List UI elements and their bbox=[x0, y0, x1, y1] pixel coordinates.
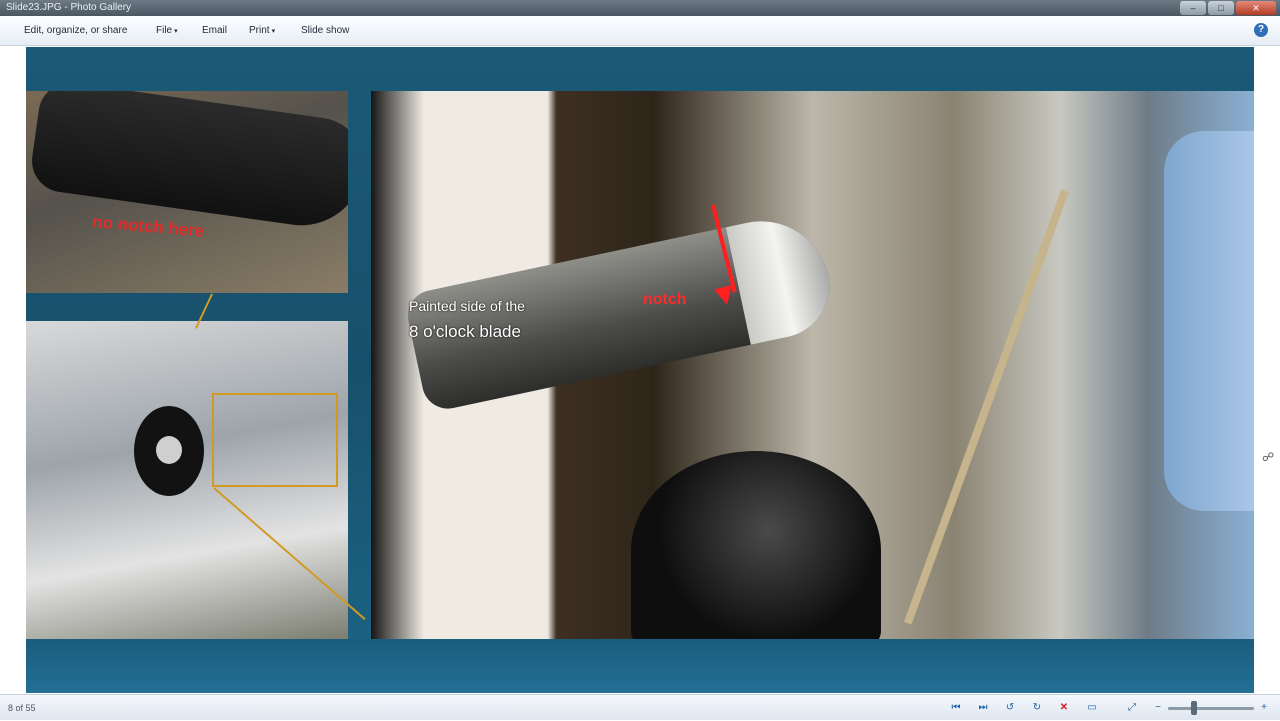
menu-item-print[interactable]: Print ▾ bbox=[249, 16, 275, 46]
chevron-down-icon: ▾ bbox=[174, 28, 178, 35]
zoom-highlight-box bbox=[212, 393, 338, 487]
propeller-blade-shape bbox=[27, 91, 348, 234]
resize-handle-icon[interactable]: ☍ bbox=[1262, 450, 1276, 464]
menu-item-label: Print bbox=[249, 25, 270, 36]
photo-wreckage bbox=[26, 321, 348, 639]
help-icon[interactable]: ? bbox=[1254, 23, 1268, 37]
menu-item-file[interactable]: File ▾ bbox=[156, 16, 178, 46]
fit-to-window-button[interactable]: ⤢ bbox=[1124, 700, 1140, 716]
minimize-button[interactable]: – bbox=[1180, 1, 1206, 15]
rotate-left-button[interactable]: ↺ bbox=[1002, 700, 1018, 716]
label-painted-line1: Painted side of the bbox=[409, 298, 525, 314]
slide-image: no notch here Painted side of the 8 o'cl… bbox=[26, 47, 1254, 693]
title-bar: Slide23.JPG - Photo Gallery – □ ✕ bbox=[0, 0, 1280, 16]
menu-item-label: File bbox=[156, 25, 173, 36]
spinner-dome-shape bbox=[631, 451, 881, 639]
slideshow-button[interactable]: ▭ bbox=[1084, 700, 1100, 716]
slide-footer-band bbox=[26, 639, 1254, 693]
wheel-shape bbox=[134, 406, 204, 496]
rotate-right-button[interactable]: ↻ bbox=[1029, 700, 1045, 716]
menu-item-label: Slide show bbox=[301, 25, 350, 36]
menu-item-label: Edit, organize, or share bbox=[24, 25, 128, 36]
label-no-notch: no notch here bbox=[91, 212, 206, 241]
zoom-in-button[interactable]: + bbox=[1256, 700, 1272, 716]
label-notch: notch bbox=[643, 291, 687, 308]
menu-item-label: Email bbox=[202, 25, 228, 36]
rope-shape bbox=[903, 189, 1069, 625]
close-button[interactable]: ✕ bbox=[1236, 1, 1276, 15]
delete-button[interactable]: ✕ bbox=[1056, 700, 1072, 716]
zoom-slider[interactable] bbox=[1168, 707, 1254, 710]
label-painted-side: Painted side of the 8 o'clock blade bbox=[409, 293, 525, 345]
zoom-out-button[interactable]: − bbox=[1150, 700, 1166, 716]
person-sleeve-shape bbox=[1164, 131, 1254, 511]
next-photo-button[interactable]: ⏭ bbox=[975, 700, 991, 716]
zoom-slider-thumb[interactable] bbox=[1190, 701, 1197, 715]
photo-counter: 8 of 55 bbox=[8, 703, 36, 713]
label-painted-line2: 8 o'clock blade bbox=[409, 322, 521, 341]
blade-tip bbox=[725, 208, 839, 345]
status-bar: 8 of 55 ⏮ ⏭ ↺ ↻ ✕ ▭ ⤢ − + bbox=[0, 694, 1280, 720]
photo-blade-closeup: Painted side of the 8 o'clock blade notc… bbox=[371, 91, 1254, 639]
window-controls: – □ ✕ bbox=[1180, 1, 1276, 15]
photo-blade-no-notch: no notch here bbox=[26, 91, 348, 293]
menu-item-edit-organize-share[interactable]: Edit, organize, or share bbox=[24, 16, 127, 46]
window-title: Slide23.JPG - Photo Gallery bbox=[6, 2, 132, 13]
chevron-down-icon: ▾ bbox=[271, 28, 276, 35]
menu-item-email[interactable]: Email bbox=[202, 16, 227, 46]
menu-item-slide-show[interactable]: Slide show bbox=[301, 16, 349, 46]
first-photo-button[interactable]: ⏮ bbox=[948, 700, 964, 716]
maximize-button[interactable]: □ bbox=[1208, 1, 1234, 15]
menu-bar: Edit, organize, or share File ▾ Email Pri… bbox=[0, 16, 1280, 46]
